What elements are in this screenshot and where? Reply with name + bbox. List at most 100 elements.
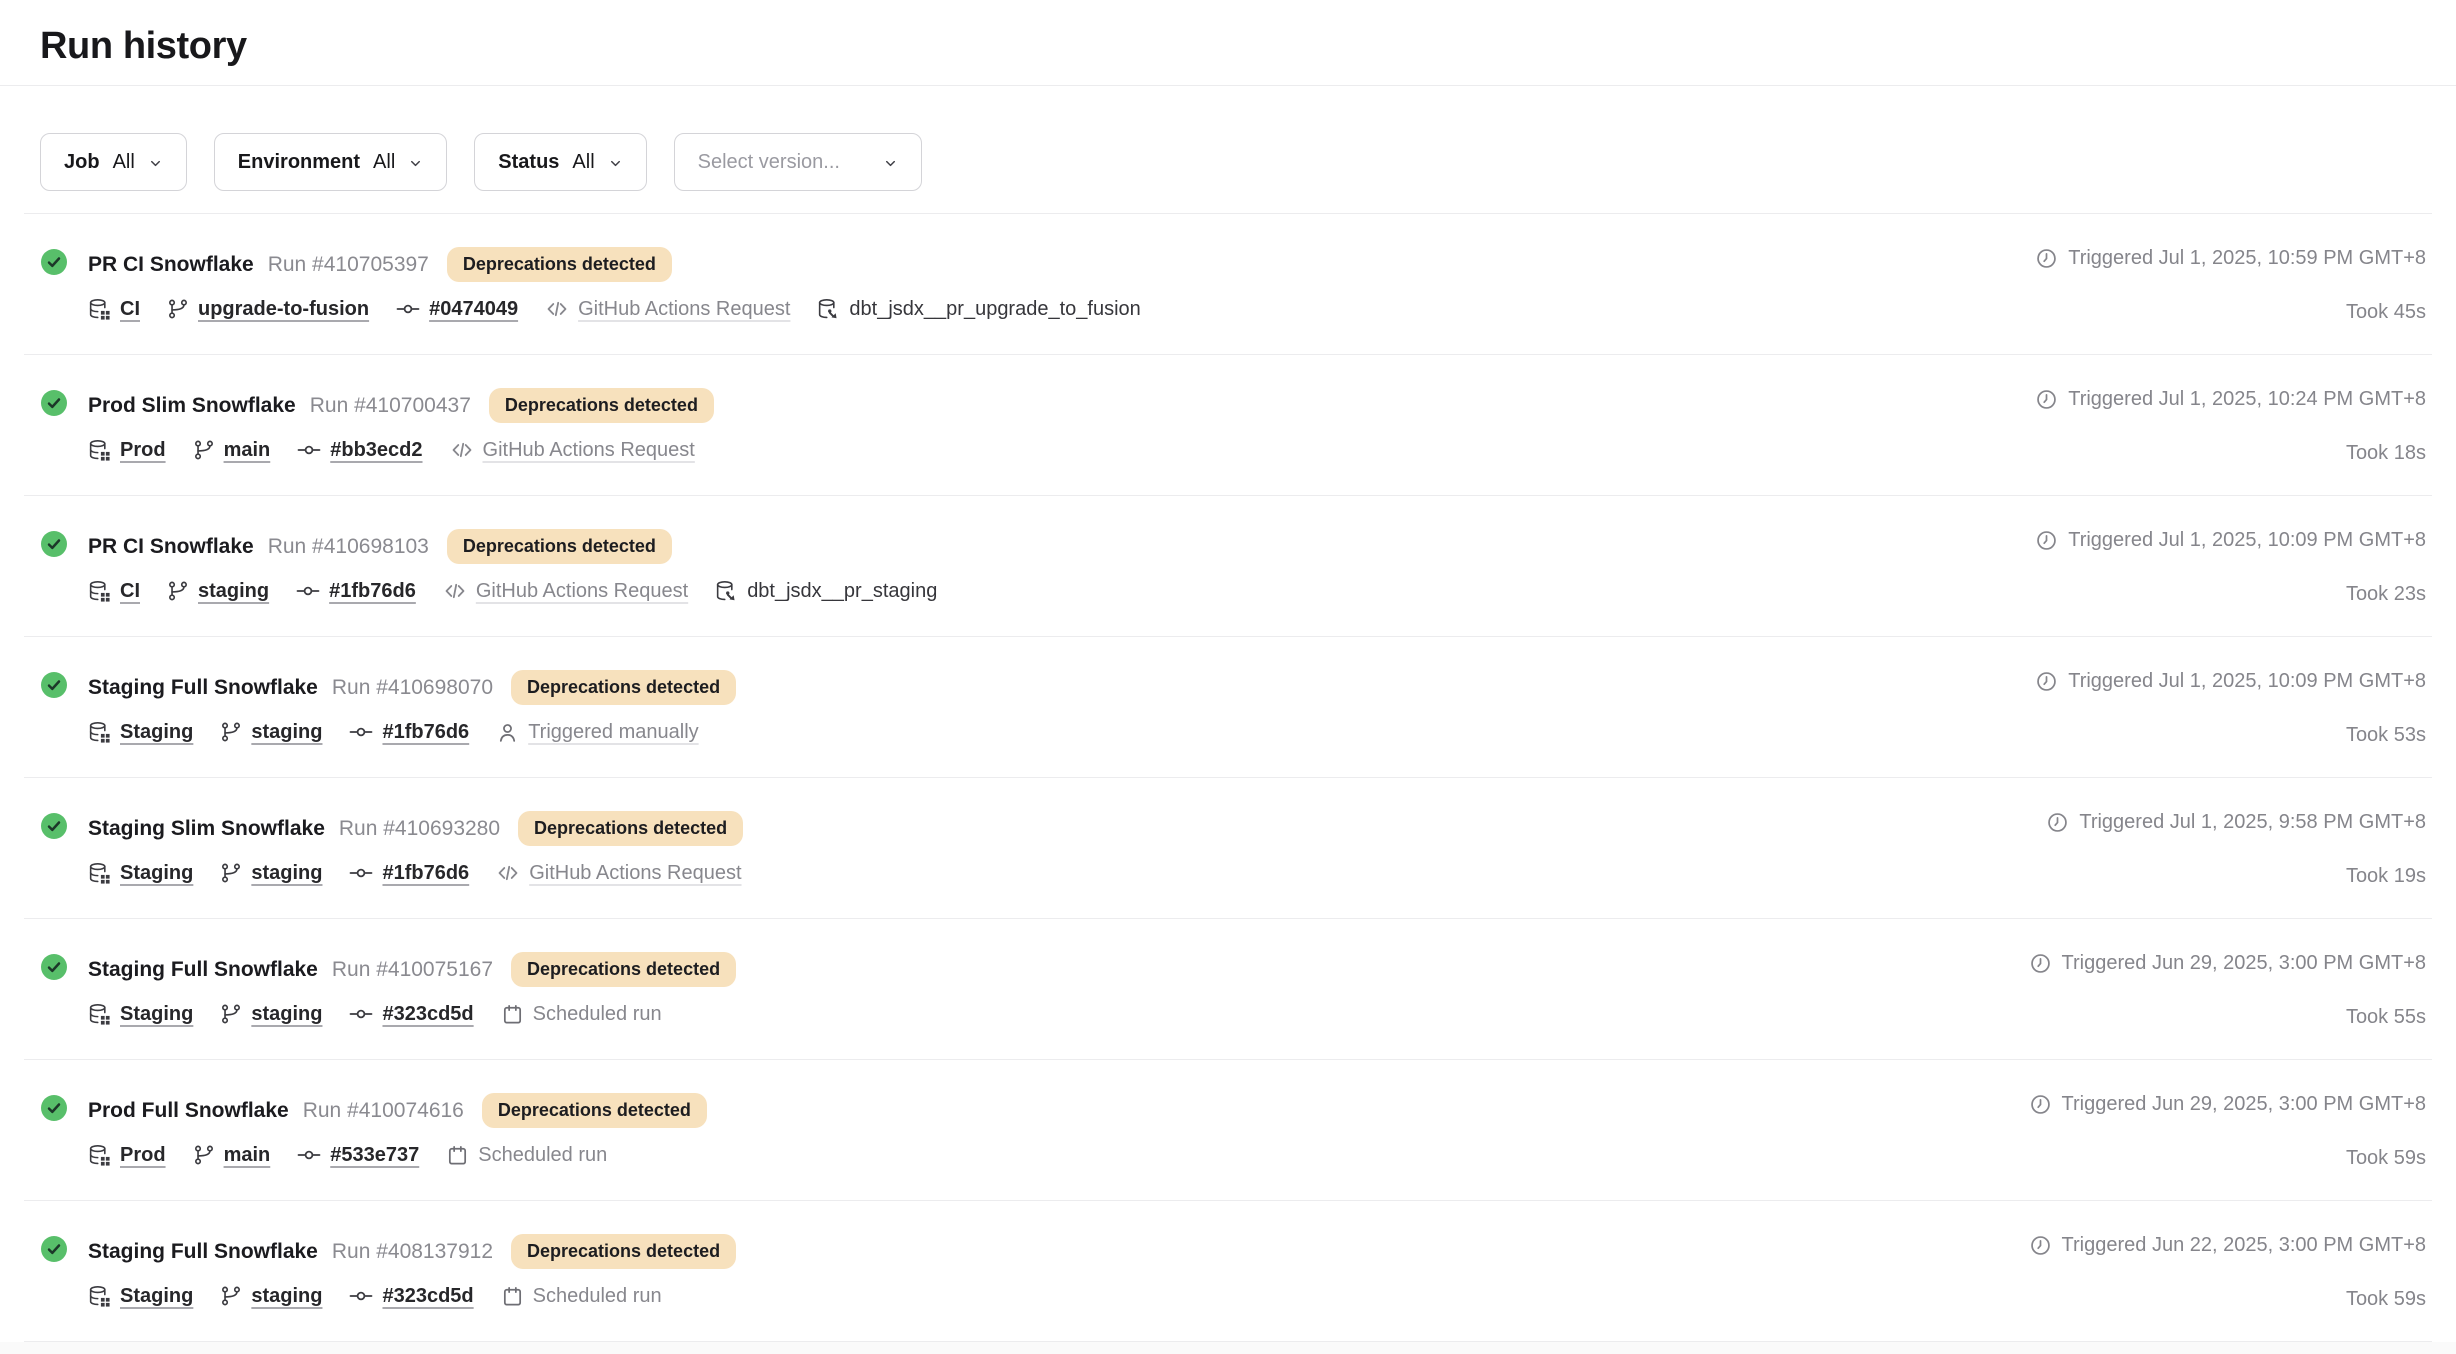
run-title-line: Prod Full Snowflake Run #410074616 Depre… — [88, 1093, 707, 1128]
version-filter-dropdown[interactable]: Select version... — [674, 133, 922, 191]
run-meta-line: Staging staging — [88, 1284, 736, 1308]
run-title-line: Staging Full Snowflake Run #410075167 De… — [88, 952, 736, 987]
environment-link[interactable]: Prod — [88, 439, 166, 462]
commit-icon — [349, 861, 373, 885]
trigger-source[interactable]: GitHub Actions Request — [450, 438, 695, 462]
trigger-source[interactable]: Scheduled run — [501, 1003, 662, 1026]
commit-hash: #323cd5d — [382, 1285, 473, 1308]
trigger-source[interactable]: GitHub Actions Request — [496, 861, 741, 885]
run-name-link[interactable]: Prod Slim Snowflake — [88, 394, 296, 418]
git-branch-icon — [167, 580, 189, 602]
run-row: PR CI Snowflake Run #410705397 Deprecati… — [24, 214, 2432, 355]
environment-database-icon — [88, 721, 111, 744]
status-filter-dropdown[interactable]: Status All — [474, 133, 646, 191]
environment-link[interactable]: CI — [88, 580, 140, 603]
trigger-source[interactable]: GitHub Actions Request — [545, 297, 790, 321]
trigger-source[interactable]: Scheduled run — [446, 1144, 607, 1167]
trigger-source[interactable]: Triggered manually — [496, 721, 698, 744]
trigger-label: GitHub Actions Request — [578, 298, 790, 321]
run-name-link[interactable]: Prod Full Snowflake — [88, 1099, 289, 1123]
commit-link[interactable]: #1fb76d6 — [296, 579, 416, 603]
commit-link[interactable]: #1fb76d6 — [349, 861, 469, 885]
branch-link[interactable]: staging — [220, 721, 322, 744]
environment-database-icon — [88, 1285, 111, 1308]
git-branch-icon — [193, 1144, 215, 1166]
environment-filter-dropdown[interactable]: Environment All — [214, 133, 447, 191]
branch-link[interactable]: main — [193, 439, 271, 462]
job-filter-dropdown[interactable]: Job All — [40, 133, 187, 191]
commit-link[interactable]: #0474049 — [396, 297, 518, 321]
commit-link[interactable]: #323cd5d — [349, 1284, 473, 1308]
triggered-text: Triggered Jul 1, 2025, 10:24 PM GMT+8 — [2068, 388, 2426, 411]
run-row: Prod Slim Snowflake Run #410700437 Depre… — [24, 355, 2432, 496]
triggered-timestamp: Triggered Jul 1, 2025, 10:24 PM GMT+8 — [2035, 388, 2426, 411]
deprecations-badge: Deprecations detected — [511, 952, 736, 987]
git-branch-icon — [220, 721, 242, 743]
run-meta-line: Staging staging — [88, 861, 743, 885]
run-name-link[interactable]: Staging Full Snowflake — [88, 676, 318, 700]
chevron-down-icon — [608, 156, 623, 171]
commit-link[interactable]: #1fb76d6 — [349, 720, 469, 744]
commit-link[interactable]: #323cd5d — [349, 1002, 473, 1026]
run-name-link[interactable]: Staging Slim Snowflake — [88, 817, 325, 841]
git-branch-icon — [167, 298, 189, 320]
run-name-link[interactable]: PR CI Snowflake — [88, 535, 254, 559]
branch-link[interactable]: staging — [220, 1285, 322, 1308]
environment-link[interactable]: Staging — [88, 1285, 193, 1308]
commit-link[interactable]: #533e737 — [297, 1143, 419, 1167]
run-row-timing: Triggered Jun 29, 2025, 3:00 PM GMT+8 To… — [2029, 1093, 2426, 1170]
success-check-icon — [40, 1235, 68, 1263]
triggered-text: Triggered Jul 1, 2025, 10:59 PM GMT+8 — [2068, 247, 2426, 270]
commit-icon — [349, 1284, 373, 1308]
run-row-timing: Triggered Jul 1, 2025, 10:09 PM GMT+8 To… — [2035, 529, 2426, 606]
run-title-line: PR CI Snowflake Run #410698103 Deprecati… — [88, 529, 937, 564]
commit-icon — [297, 438, 321, 462]
trigger-source[interactable]: GitHub Actions Request — [443, 579, 688, 603]
branch-link[interactable]: staging — [220, 862, 322, 885]
run-row-main: Prod Slim Snowflake Run #410700437 Depre… — [88, 388, 714, 462]
commit-icon — [349, 720, 373, 744]
run-name-link[interactable]: Staging Full Snowflake — [88, 1240, 318, 1264]
run-row-details: PR CI Snowflake Run #410698103 Deprecati… — [40, 529, 937, 603]
triggered-timestamp: Triggered Jul 1, 2025, 9:58 PM GMT+8 — [2046, 811, 2426, 834]
commit-link[interactable]: #bb3ecd2 — [297, 438, 422, 462]
success-check-icon — [40, 530, 68, 558]
environment-link[interactable]: CI — [88, 298, 140, 321]
run-meta-line: Prod main — [88, 438, 714, 462]
environment-link[interactable]: Staging — [88, 862, 193, 885]
environment-link[interactable]: Staging — [88, 1003, 193, 1026]
triggered-text: Triggered Jul 1, 2025, 9:58 PM GMT+8 — [2079, 811, 2426, 834]
branch-link[interactable]: staging — [220, 1003, 322, 1026]
job-filter-label: Job — [64, 151, 100, 174]
run-duration: Took 55s — [2029, 1006, 2426, 1029]
trigger-label: GitHub Actions Request — [483, 439, 695, 462]
environment-name: Prod — [120, 1144, 166, 1167]
commit-hash: #0474049 — [429, 298, 518, 321]
environment-name: Staging — [120, 1003, 193, 1026]
page-header: Run history — [0, 0, 2456, 68]
run-number: Run #410693280 — [339, 817, 500, 841]
run-title-line: Staging Slim Snowflake Run #410693280 De… — [88, 811, 743, 846]
status-filter-label: Status — [498, 151, 559, 174]
branch-link[interactable]: main — [193, 1144, 271, 1167]
branch-link[interactable]: upgrade-to-fusion — [167, 298, 369, 321]
success-check-icon — [40, 953, 68, 981]
trigger-source[interactable]: Scheduled run — [501, 1285, 662, 1308]
run-name-link[interactable]: Staging Full Snowflake — [88, 958, 318, 982]
environment-database-icon — [88, 1003, 111, 1026]
run-duration: Took 19s — [2046, 865, 2426, 888]
environment-link[interactable]: Staging — [88, 721, 193, 744]
run-duration: Took 59s — [2029, 1147, 2426, 1170]
environment-link[interactable]: Prod — [88, 1144, 166, 1167]
run-name-link[interactable]: PR CI Snowflake — [88, 253, 254, 277]
run-row: Prod Full Snowflake Run #410074616 Depre… — [24, 1060, 2432, 1201]
clock-icon — [2035, 247, 2058, 270]
branch-name: staging — [251, 721, 322, 744]
triggered-timestamp: Triggered Jul 1, 2025, 10:09 PM GMT+8 — [2035, 529, 2426, 552]
code-icon — [545, 297, 569, 321]
run-row-timing: Triggered Jun 22, 2025, 3:00 PM GMT+8 To… — [2029, 1234, 2426, 1311]
triggered-timestamp: Triggered Jul 1, 2025, 10:09 PM GMT+8 — [2035, 670, 2426, 693]
branch-link[interactable]: staging — [167, 580, 269, 603]
trigger-label: GitHub Actions Request — [529, 862, 741, 885]
trigger-label: GitHub Actions Request — [476, 580, 688, 603]
